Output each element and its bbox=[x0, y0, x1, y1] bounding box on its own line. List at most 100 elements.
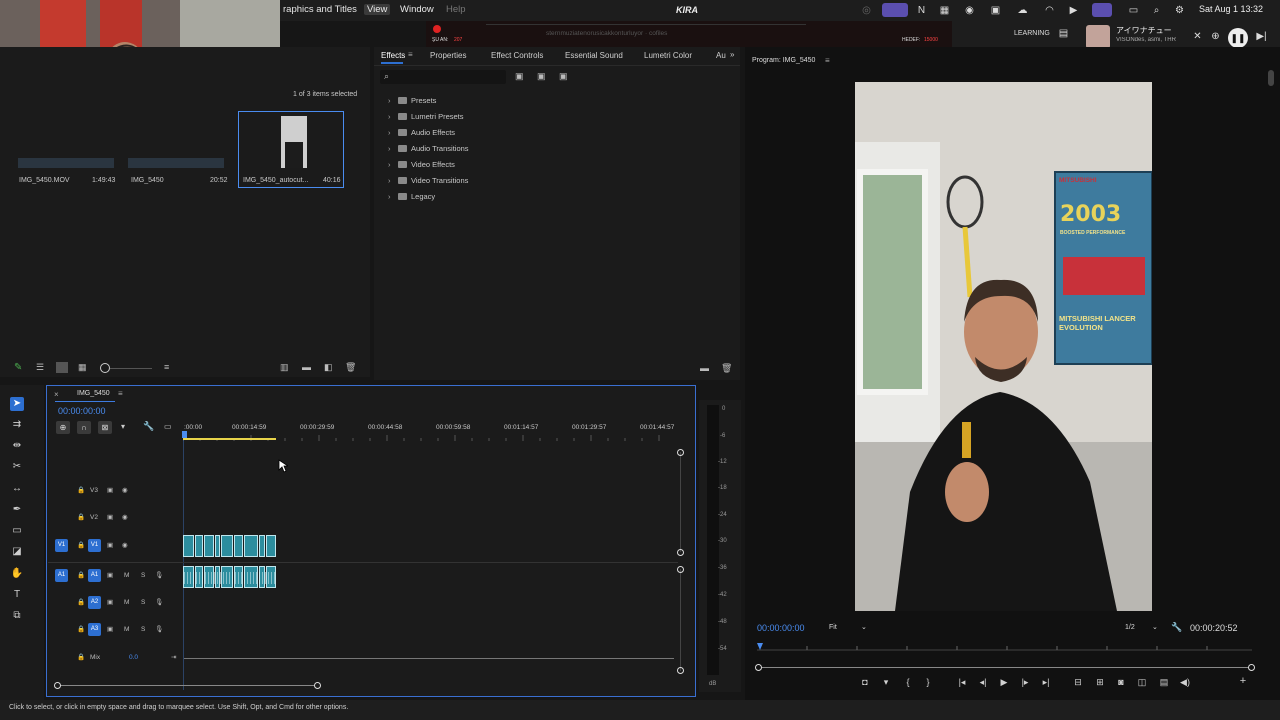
solo-button[interactable]: S bbox=[141, 599, 145, 606]
fit-dropdown[interactable]: Fit ⌄ bbox=[826, 621, 872, 635]
program-menu-icon[interactable]: ≡ bbox=[825, 56, 830, 65]
tab-audio-clip[interactable]: Au bbox=[716, 51, 726, 60]
play-icon[interactable]: ▶ bbox=[998, 677, 1010, 688]
lock-icon[interactable]: 🔒 bbox=[77, 486, 85, 494]
menu-extra-icon[interactable]: ▣ bbox=[990, 5, 1001, 16]
marker-icon[interactable]: ▾ bbox=[880, 677, 892, 688]
resolution-dropdown[interactable]: 1/2 ⌄ bbox=[1122, 621, 1162, 635]
play-circle-icon[interactable]: ▶ bbox=[1068, 5, 1079, 16]
add-marker-icon[interactable]: ▾ bbox=[121, 422, 125, 431]
item-thumb-2[interactable] bbox=[128, 158, 224, 168]
video-clip[interactable] bbox=[215, 535, 220, 557]
scroll-handle[interactable] bbox=[677, 549, 684, 556]
scroll-handle[interactable] bbox=[677, 449, 684, 456]
ripple-edit-tool-icon[interactable]: ⇹ bbox=[10, 439, 24, 453]
32bit-effects-icon[interactable]: ▣ bbox=[537, 71, 546, 82]
tab-menu-icon[interactable]: ≡ bbox=[408, 50, 413, 59]
video-clip[interactable] bbox=[183, 535, 194, 557]
source-patch-a1[interactable]: A1 bbox=[55, 569, 68, 582]
comparison-view-icon[interactable]: ◫ bbox=[1136, 677, 1148, 688]
volume-icon[interactable]: ◀) bbox=[1179, 677, 1191, 688]
lock-icon[interactable]: 🔒 bbox=[77, 598, 85, 606]
lock-icon[interactable]: 🔒 bbox=[77, 625, 85, 633]
mic-icon[interactable]: 🎙 bbox=[155, 598, 163, 606]
notion-icon[interactable]: N bbox=[916, 5, 927, 16]
timeline-horizontal-scrollbar[interactable] bbox=[54, 682, 322, 690]
mark-out-icon[interactable]: } bbox=[922, 677, 934, 687]
workspace-menu-icon[interactable]: ▤ bbox=[1058, 28, 1069, 39]
wrench-icon[interactable]: 🔧 bbox=[1171, 622, 1182, 633]
program-timecode[interactable]: 00:00:00:00 bbox=[757, 623, 805, 633]
tree-item-lumetri-presets[interactable]: › Lumetri Presets bbox=[388, 112, 464, 124]
solo-button[interactable]: S bbox=[141, 626, 145, 633]
close-sequence-icon[interactable]: × bbox=[54, 390, 59, 399]
menu-help[interactable]: Help bbox=[446, 4, 466, 15]
pencil-icon[interactable]: ✎ bbox=[14, 362, 22, 373]
workspace-learning[interactable]: LEARNING bbox=[1014, 30, 1050, 37]
add-icon[interactable]: ⊕ bbox=[1210, 31, 1221, 42]
automate-icon[interactable]: ▥ bbox=[280, 362, 289, 373]
sequence-menu-icon[interactable]: ≡ bbox=[118, 389, 123, 398]
track-target-v1[interactable]: V1 bbox=[88, 539, 101, 552]
type-tool-icon[interactable]: T bbox=[10, 588, 24, 602]
battery-icon[interactable]: ▭ bbox=[1128, 5, 1139, 16]
tab-effects[interactable]: Effects bbox=[381, 51, 405, 60]
video-clip[interactable] bbox=[259, 535, 265, 557]
track-divider[interactable] bbox=[48, 562, 678, 563]
search-icon[interactable]: ⌕ bbox=[1151, 5, 1162, 16]
tabs-overflow-icon[interactable]: » bbox=[730, 50, 734, 59]
project-item-name-2[interactable]: IMG_5450 bbox=[131, 177, 164, 184]
video-clip[interactable] bbox=[204, 535, 214, 557]
work-area-bar[interactable] bbox=[183, 438, 276, 440]
control-center-icon[interactable] bbox=[1092, 3, 1112, 17]
sync-lock-icon[interactable]: ▣ bbox=[107, 571, 113, 579]
wifi-icon[interactable]: ◠ bbox=[1044, 5, 1055, 16]
eye-icon[interactable]: ◉ bbox=[122, 486, 128, 494]
extract-icon[interactable]: ⊞ bbox=[1094, 677, 1106, 688]
lock-icon[interactable]: 🔒 bbox=[77, 513, 85, 521]
tab-lumetri-color[interactable]: Lumetri Color bbox=[644, 51, 692, 60]
program-scrollbar[interactable] bbox=[1268, 70, 1274, 86]
go-to-end-icon[interactable]: ⇥ bbox=[171, 653, 176, 661]
eye-icon[interactable]: ◉ bbox=[122, 513, 128, 521]
tree-item-legacy[interactable]: › Legacy bbox=[388, 192, 435, 204]
selection-tool-icon[interactable]: ➤ bbox=[10, 397, 24, 411]
go-to-out-icon[interactable]: ▸| bbox=[1040, 677, 1052, 688]
video-clip[interactable] bbox=[195, 535, 203, 557]
sync-lock-icon[interactable]: ▣ bbox=[107, 598, 113, 606]
zoom-slider-handle[interactable] bbox=[100, 363, 110, 373]
skip-icon[interactable]: ▶| bbox=[1256, 31, 1267, 42]
sync-lock-icon[interactable]: ▣ bbox=[107, 625, 113, 633]
list-view-icon[interactable]: ☰ bbox=[36, 362, 44, 373]
lock-icon[interactable]: 🔒 bbox=[77, 653, 85, 661]
mute-button[interactable]: M bbox=[124, 599, 129, 606]
track-select-tool-icon[interactable]: ⇉ bbox=[10, 418, 24, 432]
zoom-handle-right[interactable] bbox=[1248, 664, 1255, 671]
mic-icon[interactable]: 🎙 bbox=[155, 625, 163, 633]
tree-item-presets[interactable]: › Presets bbox=[388, 96, 436, 108]
button-editor-icon[interactable]: + bbox=[1237, 675, 1249, 687]
video-clip[interactable] bbox=[266, 535, 276, 557]
sync-lock-icon[interactable]: ▣ bbox=[107, 541, 113, 549]
pen-tool-icon[interactable]: ✒ bbox=[10, 503, 24, 517]
tab-properties[interactable]: Properties bbox=[430, 51, 466, 60]
track-target-a2[interactable]: A2 bbox=[88, 596, 101, 609]
mark-in-icon[interactable]: { bbox=[902, 677, 914, 687]
zoom-slider-track[interactable] bbox=[110, 368, 152, 369]
video-clip[interactable] bbox=[234, 535, 243, 557]
tree-item-video-transitions[interactable]: › Video Transitions bbox=[388, 176, 468, 188]
delete-icon[interactable]: 🗑 bbox=[721, 363, 732, 374]
record-icon[interactable]: ◎ bbox=[861, 5, 872, 16]
trash-icon[interactable]: 🗑 bbox=[345, 362, 356, 373]
icon-view-icon[interactable] bbox=[56, 362, 68, 373]
playhead-handle[interactable] bbox=[182, 431, 187, 438]
video-clip[interactable] bbox=[244, 535, 258, 557]
menu-window[interactable]: Window bbox=[400, 4, 434, 15]
tab-essential-sound[interactable]: Essential Sound bbox=[565, 51, 623, 60]
solo-button[interactable]: S bbox=[141, 572, 145, 579]
proxy-toggle-icon[interactable]: ▤ bbox=[1158, 677, 1170, 688]
effects-search-input[interactable]: ⌕ bbox=[380, 70, 506, 84]
yuv-effects-icon[interactable]: ▣ bbox=[559, 71, 568, 82]
mute-button[interactable]: M bbox=[124, 572, 129, 579]
app-icon[interactable]: ▦ bbox=[939, 5, 950, 16]
